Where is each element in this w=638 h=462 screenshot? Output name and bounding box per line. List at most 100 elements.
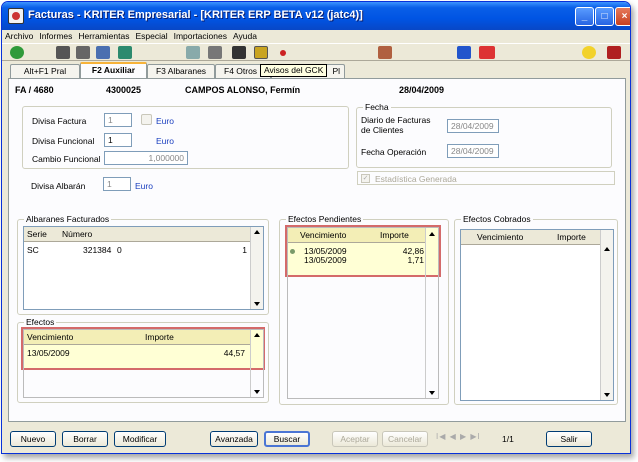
menu-importaciones[interactable]: Importaciones [171, 30, 230, 43]
auxiliar-panel: FA / 4680 4300025 CAMPOS ALONSO, Fermín … [8, 78, 626, 422]
title-bar[interactable]: Facturas - KRITER Empresarial - [KRITER … [2, 2, 630, 30]
divisa-albaran-currency[interactable]: Euro [135, 181, 153, 191]
estadistica-box: ✓ Estadística Generada [357, 171, 615, 185]
nuevo-button[interactable]: Nuevo [10, 431, 56, 447]
action-bar: Nuevo Borrar Modificar Avanzada Buscar A… [2, 426, 630, 453]
cobrados-grid[interactable]: Vencimiento Importe [460, 229, 614, 401]
table-row[interactable]: 13/05/2009 44,57 [27, 348, 247, 358]
link-icon[interactable] [118, 46, 132, 59]
run-icon[interactable] [56, 46, 70, 59]
diario-facturas-label: Diario de Facturas de Clientes [361, 115, 431, 135]
borrar-button[interactable]: Borrar [62, 431, 108, 447]
cambio-funcional-field[interactable]: 1,000000 [104, 151, 188, 165]
divisa-albaran-label: Divisa Albarán [31, 181, 86, 191]
close-button[interactable]: × [615, 7, 630, 26]
col-importe[interactable]: Importe [380, 230, 409, 240]
divisa-albaran-field[interactable]: 1 [103, 177, 131, 191]
main-window: Facturas - KRITER Empresarial - [KRITER … [1, 1, 631, 454]
page-indicator: 1/1 [502, 434, 514, 444]
divisa-funcional-currency[interactable]: Euro [156, 136, 174, 146]
lightbulb-icon[interactable] [582, 46, 596, 59]
col-vencimiento[interactable]: Vencimiento [27, 332, 73, 342]
tab-principal[interactable]: Alt+F1 Pral [10, 64, 80, 78]
col-serie[interactable]: Serie [27, 229, 47, 239]
cobrados-header: Vencimiento Importe [461, 230, 601, 245]
record-dot-icon[interactable] [280, 50, 286, 56]
toolbar [2, 43, 630, 61]
albaranes-header: Serie Número [24, 227, 251, 242]
menu-archivo[interactable]: Archivo [2, 30, 36, 43]
efectos-header: Vencimiento Importe [24, 330, 251, 345]
estadistica-checkbox[interactable]: ✓ [361, 174, 370, 183]
preview-icon[interactable] [186, 46, 200, 59]
row-indicator-icon [290, 249, 295, 254]
efectos-grid[interactable]: Vencimiento Importe 13/05/2009 44,57 [23, 329, 264, 398]
fecha-group-label: Fecha [363, 102, 391, 112]
calendar-icon[interactable] [457, 46, 471, 59]
salir-button[interactable]: Salir [546, 431, 592, 447]
xml-icon[interactable] [479, 46, 495, 59]
pendientes-grid[interactable]: Vencimiento Importe 13/05/2009 42,86 13/… [287, 227, 439, 399]
customer-code: 4300025 [106, 85, 142, 95]
col-numero[interactable]: Número [62, 229, 92, 239]
albaranes-title: Albaranes Facturados [24, 214, 112, 224]
diario-facturas-field[interactable]: 28/04/2009 [447, 119, 499, 133]
new-record-icon[interactable] [10, 46, 24, 59]
table-row[interactable]: 13/05/2009 1,71 [304, 255, 424, 265]
efectos-title: Efectos [24, 317, 57, 327]
albaranes-group: Albaranes Facturados Serie Número SC 321… [17, 214, 269, 315]
tab-auxiliar[interactable]: F2 Auxiliar [80, 62, 147, 78]
customer-name: CAMPOS ALONSO, Fermín [185, 85, 301, 95]
col-vencimiento[interactable]: Vencimiento [300, 230, 346, 240]
cobrados-scrollbar[interactable] [600, 230, 613, 400]
record-navigator[interactable]: I◀ ◀ ▶ ▶I [436, 432, 481, 446]
fecha-group: Fecha Diario de Facturas de Clientes 28/… [356, 102, 612, 168]
window-title: Facturas - KRITER Empresarial - [KRITER … [28, 9, 363, 21]
minimize-button[interactable]: _ [575, 7, 594, 26]
menu-ayuda[interactable]: Ayuda [230, 30, 260, 43]
scissors-icon[interactable] [96, 46, 110, 59]
cambio-funcional-label: Cambio Funcional [32, 154, 101, 164]
divisa-lookup-button[interactable] [141, 114, 152, 125]
col-importe[interactable]: Importe [557, 232, 586, 242]
maximize-button[interactable]: □ [595, 7, 614, 26]
menu-informes[interactable]: Informes [36, 30, 75, 43]
albaranes-scrollbar[interactable] [250, 227, 263, 309]
modificar-button[interactable]: Modificar [114, 431, 166, 447]
divisa-group: Divisa Factura 1 Euro Divisa Funcional 1… [22, 106, 349, 169]
book-icon[interactable] [378, 46, 392, 59]
pendientes-group: Efectos Pendientes Vencimiento Importe 1… [279, 214, 449, 405]
efectos-group: Efectos Vencimiento Importe 13/05/2009 4… [17, 317, 269, 403]
gck-alerts-icon[interactable] [254, 46, 268, 59]
estadistica-label: Estadística Generada [375, 174, 457, 184]
report-icon[interactable] [232, 46, 246, 59]
buscar-button[interactable]: Buscar [264, 431, 310, 447]
cobrados-group: Efectos Cobrados Vencimiento Importe [454, 214, 618, 405]
menu-herramientas[interactable]: Herramientas [75, 30, 132, 43]
fecha-operacion-field[interactable]: 28/04/2009 [447, 144, 499, 158]
cancelar-button[interactable]: Cancelar [382, 431, 428, 447]
pendientes-header: Vencimiento Importe [288, 228, 426, 243]
app-icon[interactable] [8, 8, 24, 24]
hat-icon[interactable] [607, 46, 621, 59]
tab-albaranes[interactable]: F3 Albaranes [147, 64, 215, 78]
albaranes-grid[interactable]: Serie Número SC 321384 0 1 [23, 226, 264, 310]
cobrados-title: Efectos Cobrados [461, 214, 533, 224]
divisa-funcional-field[interactable]: 1 [104, 133, 132, 147]
divisa-factura-field[interactable]: 1 [104, 113, 132, 127]
col-vencimiento[interactable]: Vencimiento [477, 232, 523, 242]
pendientes-title: Efectos Pendientes [286, 214, 364, 224]
divisa-factura-label: Divisa Factura [32, 116, 87, 126]
efectos-scrollbar[interactable] [250, 330, 263, 397]
menu-especial[interactable]: Especial [132, 30, 170, 43]
print-icon[interactable] [76, 46, 90, 59]
col-importe[interactable]: Importe [145, 332, 174, 342]
divisa-funcional-label: Divisa Funcional [32, 136, 95, 146]
avanzada-button[interactable]: Avanzada [210, 431, 258, 447]
printer-icon[interactable] [208, 46, 222, 59]
fecha-operacion-label: Fecha Operación [361, 147, 427, 157]
aceptar-button[interactable]: Aceptar [332, 431, 378, 447]
divisa-factura-currency[interactable]: Euro [156, 116, 174, 126]
toolbar-tooltip: Avisos del GCK [260, 64, 328, 77]
pendientes-scrollbar[interactable] [425, 228, 438, 398]
